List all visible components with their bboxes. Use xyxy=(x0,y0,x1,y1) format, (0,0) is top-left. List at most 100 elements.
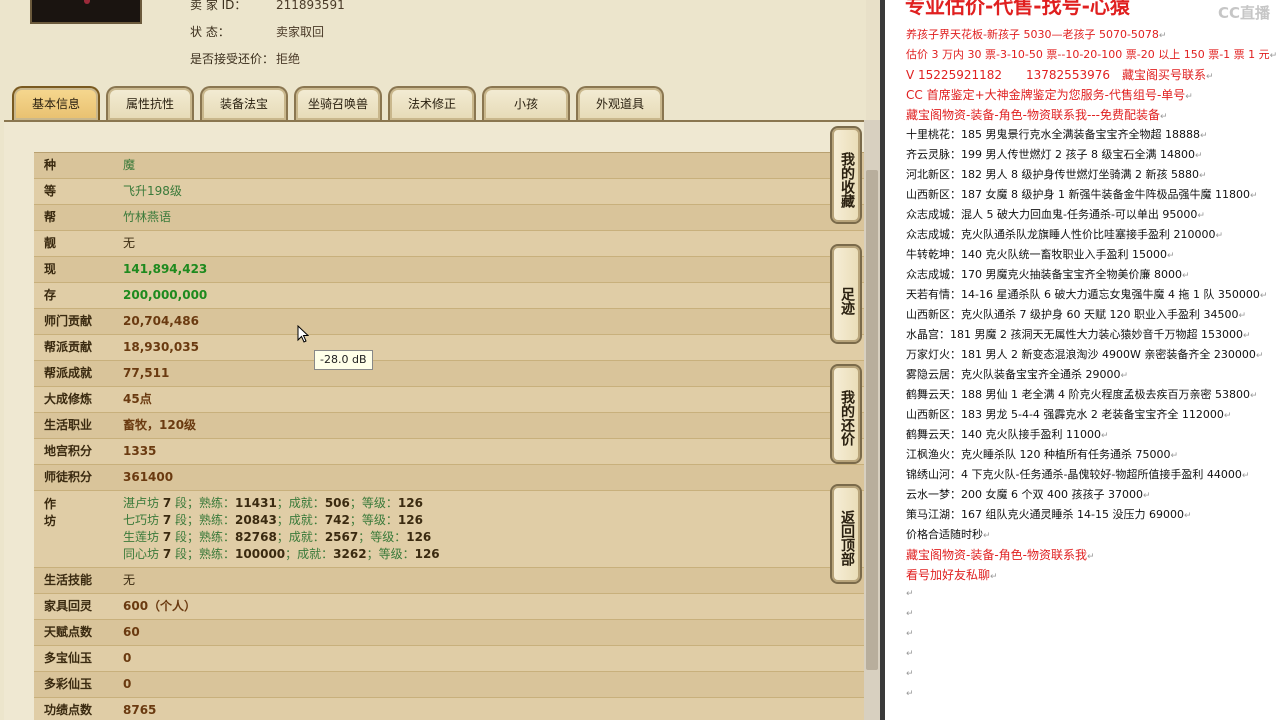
table-row: 家具回灵 600（个人） xyxy=(34,594,866,620)
tab-equipment[interactable]: 装备法宝 xyxy=(200,86,288,120)
row-label: 生活职业 xyxy=(44,418,93,432)
table-row: 帮 派竹林燕语 xyxy=(34,205,866,249)
note-line: 众志成城：克火队通杀队龙旗睡人性价比哇塞接手盈利 210000↵ xyxy=(906,228,1224,241)
workshop-line: 七巧坊 7 段；熟练：20843；成就：742；等级：126 xyxy=(123,513,423,527)
row-value: 0 xyxy=(123,677,132,691)
note-line: 水晶宫：181 男魔 2 孩洞天无属性大力装心猿妙音千万物超 153000↵ xyxy=(906,328,1251,341)
row-value: 8765 xyxy=(123,703,157,717)
vertical-scrollbar[interactable] xyxy=(864,120,880,720)
row-value: 魔 xyxy=(123,158,136,172)
seller-id-line: 卖 家 ID： 211893591 xyxy=(190,0,345,13)
table-row: 多宝仙玉 0 xyxy=(34,646,866,672)
row-label: 生活技能 xyxy=(44,573,93,587)
note-line: 雾隐云居：克火队装备宝宝齐全通杀 29000↵ xyxy=(906,368,1129,381)
note-line: 藏宝阁物资-装备-角色-物资联系我---免费配装备↵ xyxy=(906,108,1168,122)
row-label: 天赋点数 xyxy=(44,625,93,639)
note-line: 锦绣山河：4 下克火队-任务通杀-晶傀较好-物超所值接手盈利 44000↵ xyxy=(906,468,1250,481)
note-line: 山西新区：187 女魔 8 级护身 1 新强牛装备金牛阵极品强牛魔 11800↵ xyxy=(906,188,1258,201)
info-content: 种 族魔 等 级飞升198级 帮 派竹林燕语 靓 号无 现 金141,894,4… xyxy=(4,120,866,720)
my-favorites-button[interactable]: 我的收藏 xyxy=(830,126,862,224)
note-line: 万家灯火：181 男人 2 新变态混浪淘沙 4900W 亲密装备齐全 23000… xyxy=(906,348,1264,361)
status-value: 卖家取回 xyxy=(276,25,325,39)
game-panel: 卖 家 ID： 211893591 状 态： 卖家取回 是否接受还价： 拒绝 基本信息… xyxy=(0,0,866,720)
table-row: 大成修炼 45点 xyxy=(34,387,866,413)
note-line: 估价 3 万内 30 票-3-10-50 票--10-20-100 票-20 以… xyxy=(906,48,1278,61)
notes-headline: 专业估价-代售-找号-心猿 xyxy=(905,0,1130,18)
workshop-line: 湛卢坊 7 段；熟练：11431；成就：506；等级：126 xyxy=(123,496,423,510)
seller-id-label: 卖 家 ID： xyxy=(190,0,247,12)
status-label: 状 态： xyxy=(190,25,230,39)
row-label: 功绩点数 xyxy=(44,703,93,717)
note-line: 河北新区：182 男人 8 级护身传世燃灯坐骑满 2 新孩 5880↵ xyxy=(906,168,1207,181)
note-line: 看号加好友私聊↵ xyxy=(906,568,998,582)
row-value: 77,511 xyxy=(123,366,170,380)
row-value: 18,930,035 xyxy=(123,340,199,354)
table-row: 种 族魔 xyxy=(34,153,866,197)
row-label: 作 坊 xyxy=(44,497,75,528)
counter-offer-value: 拒绝 xyxy=(276,52,301,66)
table-row: 生活职业 畜牧，120级 xyxy=(34,413,866,439)
workshop-line: 生莲坊 7 段；熟练：82768；成就：2567；等级：126 xyxy=(123,530,432,544)
table-row: 存 款200,000,000 xyxy=(34,283,866,327)
row-value: 361400 xyxy=(123,470,174,484)
table-row: 帮派成就 77,511 xyxy=(34,361,866,387)
seller-id-value: 211893591 xyxy=(276,0,345,12)
note-line: 策马江湖：167 组队克火通灵睡杀 14-15 没压力 69000↵ xyxy=(906,508,1192,521)
row-value: 600（个人） xyxy=(123,599,197,613)
note-line: 天若有情：14-16 星通杀队 6 破大力遁忘女鬼强牛魔 4 拖 1 队 350… xyxy=(906,288,1268,301)
tab-mounts-summons[interactable]: 坐骑召唤兽 xyxy=(294,86,382,120)
empty-line-mark: ↵ xyxy=(906,629,914,639)
tab-spell-mods[interactable]: 法术修正 xyxy=(388,86,476,120)
row-label: 帮派成就 xyxy=(44,366,93,380)
row-value: 0 xyxy=(123,651,132,665)
row-label: 师徒积分 xyxy=(44,470,93,484)
tab-attributes[interactable]: 属性抗性 xyxy=(106,86,194,120)
row-value: 45点 xyxy=(123,392,152,406)
table-row: 师门贡献 20,704,486 xyxy=(34,309,866,335)
row-label: 多彩仙玉 xyxy=(44,677,93,691)
row-value: 20,704,486 xyxy=(123,314,199,328)
note-line: CC 首席鉴定+大神金牌鉴定为您服务-代售组号-单号↵ xyxy=(906,88,1193,102)
note-line: 山西新区：克火队通杀 7 级护身 60 天赋 120 职业入手盈利 34500↵ xyxy=(906,308,1247,321)
table-row: 等 级飞升198级 xyxy=(34,179,866,223)
workshop-list: 湛卢坊 7 段；熟练：11431；成就：506；等级：126 七巧坊 7 段；熟… xyxy=(123,495,440,563)
table-row: 师徒积分 361400 xyxy=(34,465,866,491)
table-row: 靓 号无 xyxy=(34,231,866,275)
note-line: 十里桃花：185 男鬼景行克水全满装备宝宝齐全物超 18888↵ xyxy=(906,128,1208,141)
volume-tooltip: -28.0 dB xyxy=(314,350,373,370)
footprint-button[interactable]: 足迹 xyxy=(830,244,862,344)
empty-line-mark: ↵ xyxy=(906,669,914,679)
row-value: 无 xyxy=(123,236,136,250)
basic-info-table: 种 族魔 等 级飞升198级 帮 派竹林燕语 靓 号无 现 金141,894,4… xyxy=(34,152,866,720)
note-line: 云水一梦：200 女魔 6 个双 400 孩孩子 37000↵ xyxy=(906,488,1151,501)
notes-panel: CC直播 专业估价-代售-找号-心猿 养孩子界天花板-新孩子 5030—老孩子 … xyxy=(885,0,1280,720)
my-counter-offer-button[interactable]: 我的还价 xyxy=(830,364,862,464)
back-to-top-button[interactable]: 返回顶部 xyxy=(830,484,862,584)
note-line: 江枫渔火：克火睡杀队 120 种植所有任务通杀 75000↵ xyxy=(906,448,1179,461)
note-line: V 15225921182 13782553976 藏宝阁买号联系↵ xyxy=(906,68,1214,82)
empty-line-mark: ↵ xyxy=(906,689,914,699)
counter-offer-label: 是否接受还价： xyxy=(190,52,275,66)
note-line: 众志成城：混人 5 破大力回血鬼-任务通杀-可以单出 95000↵ xyxy=(906,208,1205,221)
row-label: 师门贡献 xyxy=(44,314,93,328)
note-line: 众志成城：170 男魔克火抽装备宝宝齐全物美价廉 8000↵ xyxy=(906,268,1190,281)
empty-line-mark: ↵ xyxy=(906,609,914,619)
row-value: 飞升198级 xyxy=(123,184,182,198)
stream-watermark: CC直播 xyxy=(1217,4,1270,22)
row-label: 帮派贡献 xyxy=(44,340,93,354)
tab-children[interactable]: 小孩 xyxy=(482,86,570,120)
table-row: 地宫积分 1335 xyxy=(34,439,866,465)
tab-basic-info[interactable]: 基本信息 xyxy=(12,86,100,120)
tab-appearance[interactable]: 外观道具 xyxy=(576,86,664,120)
scrollbar-thumb[interactable] xyxy=(866,170,878,670)
table-row: 天赋点数 60 xyxy=(34,620,866,646)
mouse-cursor-icon xyxy=(297,325,309,343)
row-label: 多宝仙玉 xyxy=(44,651,93,665)
row-label: 大成修炼 xyxy=(44,392,93,406)
workshop-line: 同心坊 7 段；熟练：100000；成就：3262；等级：126 xyxy=(123,547,440,561)
row-label: 地宫积分 xyxy=(44,444,93,458)
character-avatar xyxy=(30,0,142,24)
note-line: 牛转乾坤：140 克火队统一畜牧职业入手盈利 15000↵ xyxy=(906,248,1175,261)
table-row: 现 金141,894,423 xyxy=(34,257,866,301)
row-value: 竹林燕语 xyxy=(123,210,172,224)
